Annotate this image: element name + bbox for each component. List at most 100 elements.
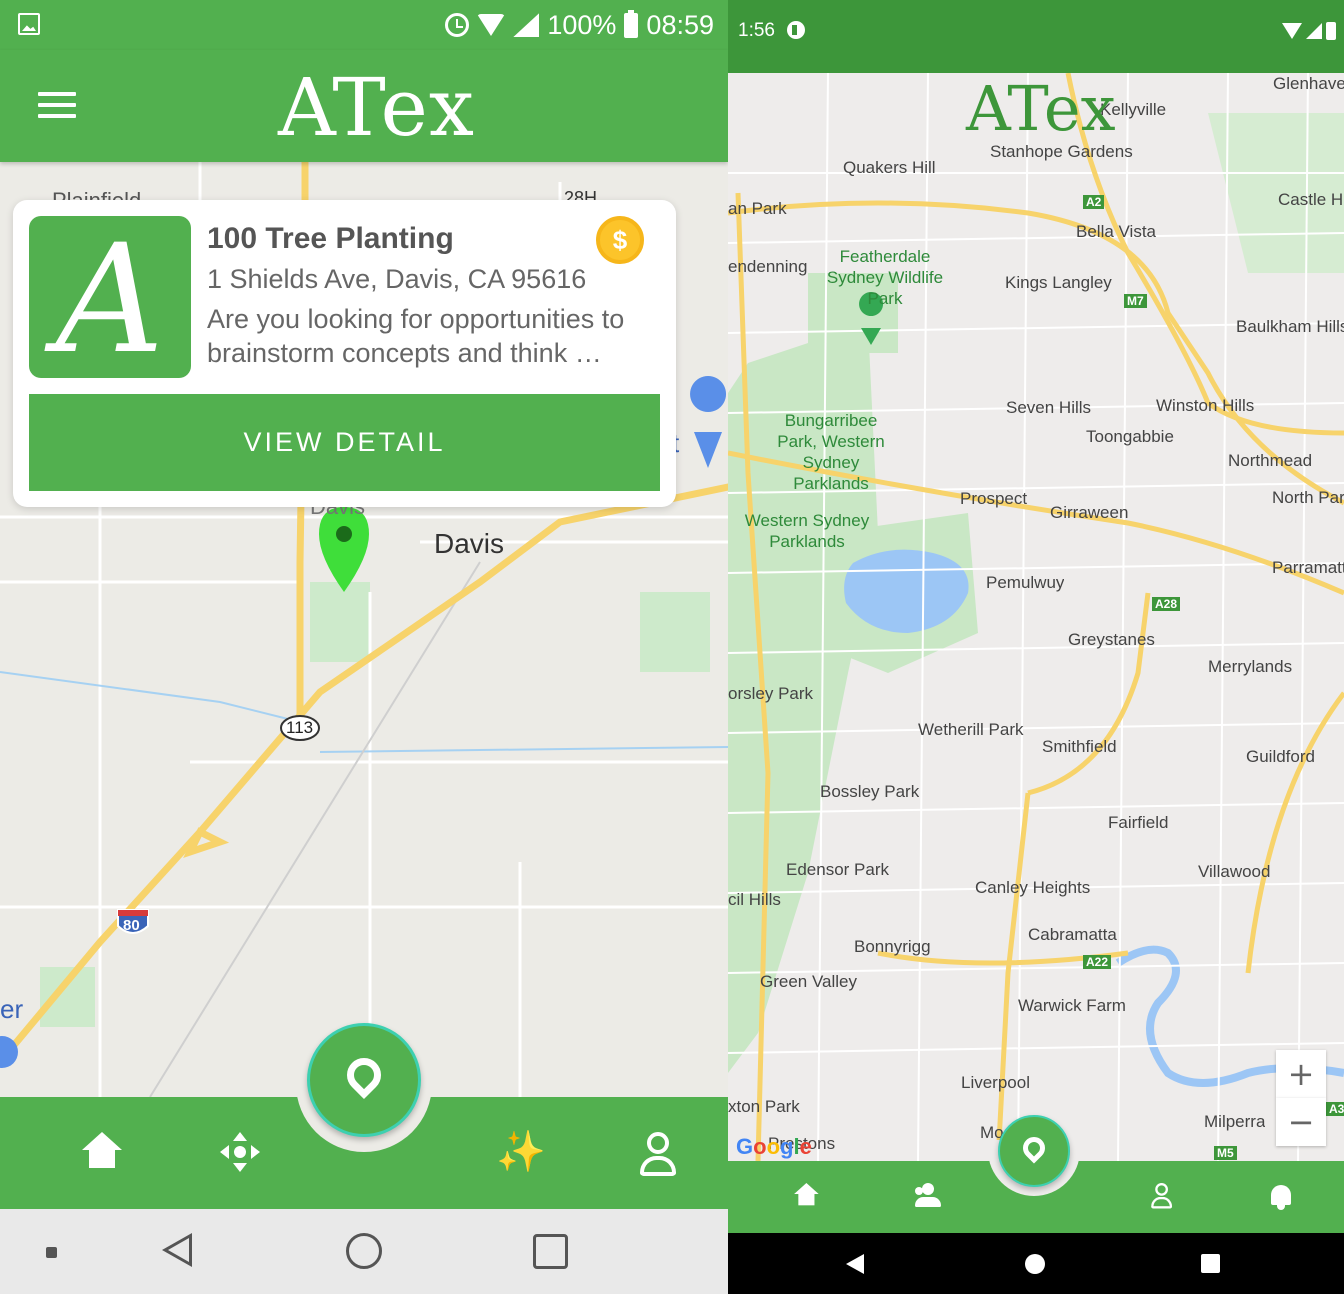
map-place-label: Wetherill Park: [918, 720, 1024, 739]
google-letter: G: [736, 1134, 754, 1159]
right-screenshot: 1:56 ATex Glenhave Kellyville Quakers Hi…: [728, 0, 1344, 1294]
event-thumbnail: A: [29, 216, 191, 384]
map-place-label: M5: [1214, 1146, 1237, 1160]
map-pin-icon: [1018, 1132, 1050, 1164]
battery-icon: [1326, 22, 1336, 40]
recents-icon[interactable]: [1201, 1254, 1220, 1273]
map-place-label: Castle H: [1278, 190, 1344, 209]
left-screenshot: 100% 08:59 ATex Davis 113 80 28H er A 10…: [0, 0, 728, 1294]
map-place-label: Northmead: [1228, 451, 1313, 470]
status-bar: 100% 08:59: [0, 0, 728, 50]
map-place-label: Parramatt: [1272, 558, 1344, 577]
map-label-interstate-80: 80: [123, 917, 140, 934]
battery-icon: [624, 9, 639, 38]
map-place-label: Girraween: [1050, 503, 1129, 522]
map-place-label: Green Valley: [760, 972, 858, 991]
nav-home[interactable]: [82, 1132, 130, 1180]
map-place-label: Glenhave: [1273, 74, 1344, 93]
map-place-label: Pemulwuy: [986, 573, 1065, 592]
recents-icon[interactable]: [533, 1234, 568, 1269]
nav-people[interactable]: [912, 1183, 944, 1215]
status-icons: 100% 08:59: [445, 8, 714, 42]
move-icon: [220, 1132, 260, 1172]
logo-a-mark: A: [278, 61, 333, 154]
home-circle-icon[interactable]: [1025, 1254, 1045, 1274]
map-place-label: Bella Vista: [1076, 222, 1157, 241]
map-label-city: Davis: [434, 528, 505, 559]
map-place-label: Canley Heights: [975, 878, 1091, 897]
map-place-label: Kings Langley: [1005, 273, 1112, 292]
menu-icon[interactable]: [38, 92, 76, 118]
nav-trending[interactable]: ✨: [496, 1130, 546, 1180]
nav-home[interactable]: [794, 1183, 826, 1215]
nav-profile[interactable]: [1150, 1183, 1182, 1215]
system-nav-bar: [0, 1209, 728, 1294]
gallery-notification-icon: [18, 13, 40, 35]
view-detail-button[interactable]: VIEW DETAIL: [29, 394, 660, 491]
event-address: 1 Shields Ave, Davis, CA 95616: [207, 264, 587, 294]
system-nav-bar: [728, 1233, 1344, 1294]
home-circle-icon[interactable]: [346, 1233, 382, 1269]
map-place-label: Liverpool: [961, 1073, 1030, 1092]
zoom-out-button[interactable]: −: [1276, 1098, 1326, 1146]
map-place-label: Merrylands: [1208, 657, 1293, 676]
coin-icon: $: [596, 216, 644, 264]
map-place-label: Villawood: [1198, 862, 1271, 881]
status-time: 08:59: [646, 9, 714, 40]
map-fab-button[interactable]: [307, 1023, 421, 1137]
app-bar: ATex: [0, 50, 728, 162]
app-logo: ATex: [278, 62, 475, 154]
map-place-label: Prospect: [960, 489, 1028, 508]
map-place-label: Bonnyrigg: [854, 937, 931, 956]
nav-notifications[interactable]: [1269, 1183, 1301, 1215]
nav-dot-icon[interactable]: [46, 1247, 57, 1258]
google-letter: e: [799, 1134, 812, 1159]
google-logo: Google: [736, 1134, 812, 1160]
back-icon[interactable]: [846, 1254, 864, 1274]
google-letter: o: [766, 1134, 781, 1159]
home-icon: [82, 1132, 122, 1168]
nav-profile[interactable]: [638, 1132, 686, 1180]
status-bar: 1:56: [728, 0, 1344, 73]
status-time: 1:56: [738, 20, 775, 41]
profile-icon: [638, 1132, 678, 1178]
logo-a-mark: A: [966, 72, 1008, 145]
map-place-label: A22: [1083, 955, 1112, 969]
map-place-label: Bungarribee Park, Western Sydney Parklan…: [777, 411, 885, 493]
map-place-label: Quakers Hill: [843, 158, 936, 177]
map-label-highway-113: 113: [286, 718, 314, 737]
map-place-label: orsley Park: [728, 684, 814, 703]
app-logo: ATex: [966, 74, 1116, 144]
map-place-label: A28: [1152, 597, 1181, 611]
profile-icon: [1150, 1183, 1173, 1210]
wifi-icon: [477, 14, 506, 36]
map-place-label: A2: [1083, 195, 1105, 209]
map-place-label: Featherdale Sydney Wildlife Park: [826, 247, 944, 308]
map-place-label: Winston Hills: [1156, 396, 1255, 415]
map-place-label: Smithfield: [1042, 737, 1117, 756]
map-place-label: North Parramat: [1272, 488, 1344, 507]
map-place-label: Baulkham Hills: [1236, 317, 1344, 336]
map-label-partial-left-edge: er: [0, 994, 24, 1024]
map-place-label: Greystanes: [1068, 630, 1155, 649]
map-place-label: Stanhope Gardens: [990, 142, 1133, 161]
map-place-label: Toongabbie: [1086, 427, 1174, 446]
map-place-label: M7: [1124, 294, 1147, 308]
zoom-in-button[interactable]: +: [1276, 1050, 1326, 1098]
back-icon[interactable]: [162, 1233, 192, 1267]
map-place-label: cil Hills: [728, 890, 781, 909]
nav-explore[interactable]: [220, 1132, 268, 1180]
event-card[interactable]: A 100 Tree Planting 1 Shields Ave, Davis…: [13, 200, 676, 507]
map-place-label: Edensor Park: [786, 860, 889, 879]
map-place-label: xton Park: [728, 1097, 800, 1116]
map-place-label: Milperra: [1204, 1112, 1266, 1131]
event-description: Are you looking for opportunities to bra…: [207, 304, 625, 368]
event-title: 100 Tree Planting: [207, 222, 454, 255]
data-saver-icon: [787, 21, 805, 39]
map-pin-icon: [339, 1050, 389, 1100]
people-icon: [912, 1183, 944, 1209]
map-fab-button[interactable]: [998, 1115, 1070, 1187]
map-place-label: Fairfield: [1108, 813, 1169, 832]
trending-icon: ✨: [496, 1130, 546, 1174]
map-place-label: Seven Hills: [1006, 398, 1092, 417]
